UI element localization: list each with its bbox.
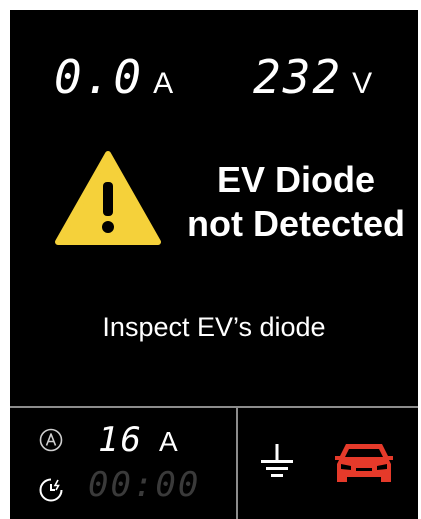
current-unit: A bbox=[153, 67, 174, 100]
alert-instruction: Inspect EV’s diode bbox=[102, 312, 326, 342]
set-current-value: 16 bbox=[98, 420, 143, 460]
car-icon bbox=[335, 444, 393, 482]
timer-value: 00:00 bbox=[88, 465, 201, 505]
alert-title-line1: EV Diode bbox=[216, 159, 376, 200]
ground-icon bbox=[261, 444, 293, 477]
status-divider-vertical bbox=[236, 408, 238, 519]
a-circle-icon bbox=[39, 428, 63, 452]
clock-charge-icon bbox=[39, 478, 63, 502]
alert-title-line2: not Detected bbox=[186, 203, 406, 244]
alert-title: EV Diode not Detected bbox=[180, 158, 412, 246]
display-screen: 0.0 A 232 V EV Diode not Detected Inspec… bbox=[10, 10, 418, 519]
voltage-value: 232 bbox=[253, 50, 343, 104]
set-current-readout: 16 A bbox=[98, 420, 178, 460]
warning-triangle-icon bbox=[55, 151, 161, 245]
status-divider-horizontal bbox=[10, 406, 418, 408]
current-readout: 0.0 A bbox=[54, 50, 173, 106]
voltage-readout: 232 V bbox=[253, 50, 372, 106]
voltage-unit: V bbox=[352, 67, 373, 100]
set-current-unit: A bbox=[158, 426, 178, 457]
current-value: 0.0 bbox=[54, 50, 144, 104]
